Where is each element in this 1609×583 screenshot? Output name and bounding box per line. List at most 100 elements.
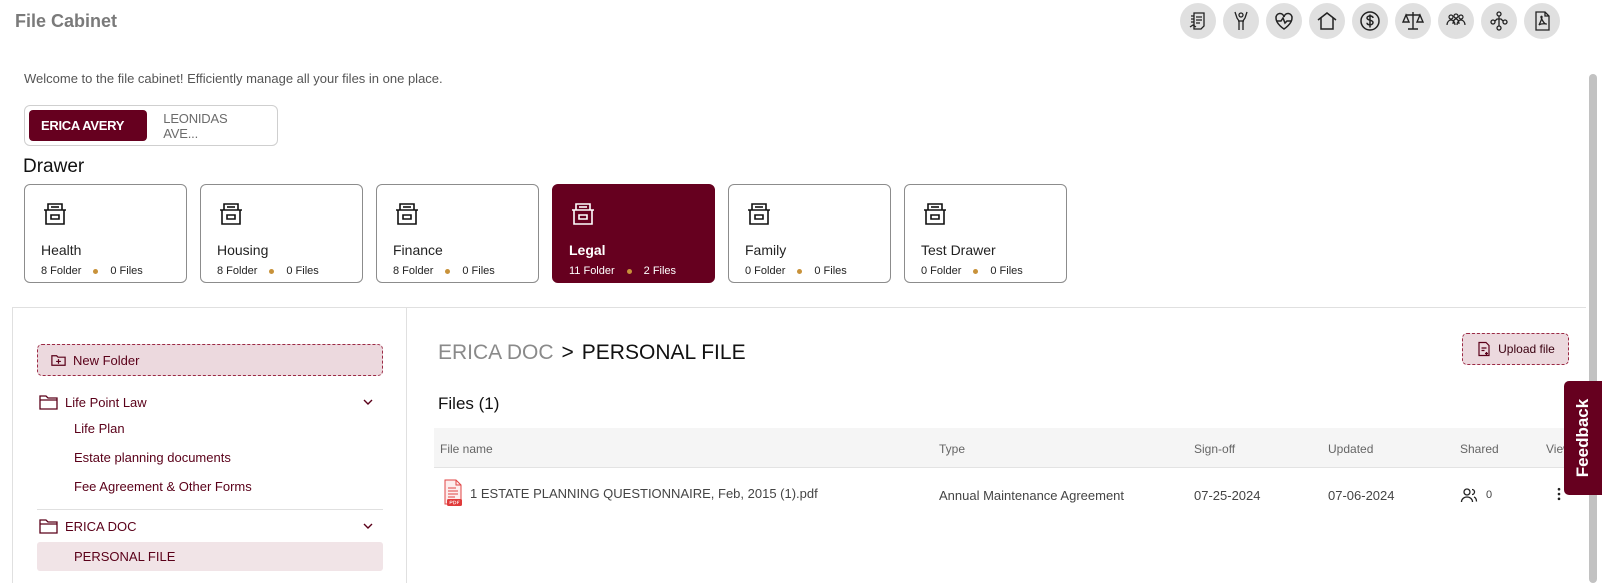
drawer-card-housing[interactable]: Housing 8 Folder 0 Files	[200, 184, 363, 283]
documents-icon[interactable]	[1180, 3, 1216, 39]
folder-count: 0 Folder	[745, 265, 786, 277]
drawer-name: Legal	[569, 242, 606, 258]
file-name-link[interactable]: 1 ESTATE PLANNING QUESTIONNAIRE, Feb, 20…	[470, 486, 818, 501]
breadcrumb: ERICA DOC > PERSONAL FILE	[438, 341, 746, 365]
upload-file-button[interactable]: Upload file	[1462, 333, 1569, 365]
folder-header-life-point-law[interactable]: Life Point Law	[37, 390, 383, 414]
folder-icon	[39, 394, 58, 410]
cabinet-drawer-icon	[44, 203, 66, 225]
files-title: Files (1)	[438, 394, 500, 413]
top-icon-bar	[1180, 3, 1560, 39]
person-tab-leonidas[interactable]: LEONIDAS AVE...	[151, 110, 273, 141]
feedback-label: Feedback	[1573, 398, 1592, 478]
welcome-text: Welcome to the file cabinet! Efficiently…	[24, 71, 443, 86]
subfolder-personal-file[interactable]: PERSONAL FILE	[37, 542, 383, 571]
drawer-name: Finance	[393, 242, 443, 258]
separator-dot	[93, 268, 99, 274]
column-header-sign-off[interactable]: Sign-off	[1194, 442, 1235, 456]
folder-group-erica-doc: ERICA DOC PERSONAL FILE	[37, 514, 383, 571]
folder-count: 0 Folder	[921, 265, 962, 277]
file-sign-off-date: 07-25-2024	[1194, 488, 1261, 503]
breadcrumb-parent[interactable]: ERICA DOC	[438, 341, 554, 365]
drawer-card-family[interactable]: Family 0 Folder 0 Files	[728, 184, 891, 283]
pdf-file-icon	[444, 479, 462, 506]
separator-dot	[445, 268, 451, 274]
subfolder-life-plan[interactable]: Life Plan	[37, 414, 383, 443]
new-folder-label: New Folder	[73, 352, 140, 368]
shared-users-icon	[1460, 488, 1478, 503]
subfolder-fee-agreement[interactable]: Fee Agreement & Other Forms	[37, 472, 383, 501]
cabinet-drawer-icon	[748, 203, 770, 225]
cabinet-drawer-icon	[924, 203, 946, 225]
drawer-card-health[interactable]: Health 8 Folder 0 Files	[24, 184, 187, 283]
person-tab-erica-avery[interactable]: ERICA AVERY	[29, 110, 148, 141]
folder-count: 8 Folder	[393, 265, 434, 277]
column-header-type[interactable]: Type	[939, 442, 965, 456]
drawer-card-finance[interactable]: Finance 8 Folder 0 Files	[376, 184, 539, 283]
drawer-stats: 8 Folder 0 Files	[393, 265, 495, 277]
drawer-card-test-drawer[interactable]: Test Drawer 0 Folder 0 Files	[904, 184, 1067, 283]
home-icon[interactable]	[1309, 3, 1345, 39]
vertical-scrollbar[interactable]	[1589, 74, 1597, 583]
drawer-name: Health	[41, 242, 82, 258]
heartbeat-icon[interactable]	[1266, 3, 1302, 39]
drawer-stats: 8 Folder 0 Files	[217, 265, 319, 277]
file-type: Annual Maintenance Agreement	[939, 488, 1125, 503]
drawer-card-legal[interactable]: Legal 11 Folder 2 Files	[552, 184, 715, 283]
drawer-list: Health 8 Folder 0 Files Housing 8 Folder…	[24, 184, 1067, 283]
chevron-down-icon[interactable]	[361, 519, 375, 533]
drawer-stats: 0 Folder 0 Files	[745, 265, 847, 277]
folder-plus-icon	[51, 354, 66, 366]
separator-dot	[269, 268, 275, 274]
upload-file-label: Upload file	[1498, 342, 1555, 356]
family-icon[interactable]	[1438, 3, 1474, 39]
column-header-file-name[interactable]: File name	[440, 442, 493, 456]
file-updated-date: 07-06-2024	[1328, 488, 1395, 503]
folder-count: 8 Folder	[41, 265, 82, 277]
upload-document-icon	[1478, 341, 1490, 357]
folder-header-erica-doc[interactable]: ERICA DOC	[37, 514, 383, 538]
breadcrumb-current: PERSONAL FILE	[581, 341, 746, 364]
table-row[interactable]: 1 ESTATE PLANNING QUESTIONNAIRE, Feb, 20…	[434, 468, 1579, 522]
column-header-updated[interactable]: Updated	[1328, 442, 1373, 456]
divider	[37, 509, 383, 510]
cabinet-drawer-icon	[220, 203, 242, 225]
scales-icon[interactable]	[1395, 3, 1431, 39]
folder-sidebar: New Folder Life Point Law Life Plan Esta…	[12, 308, 407, 583]
file-count: 2 Files	[643, 265, 677, 277]
person-tabs: ERICA AVERY LEONIDAS AVE...	[24, 105, 278, 146]
folder-count: 8 Folder	[217, 265, 258, 277]
shared-cell[interactable]: 0	[1460, 486, 1492, 504]
hands-raised-icon[interactable]	[1223, 3, 1259, 39]
shared-count: 0	[1486, 489, 1493, 501]
drawer-heading: Drawer	[23, 156, 85, 177]
file-count: 0 Files	[814, 265, 847, 277]
column-header-shared[interactable]: Shared	[1460, 442, 1499, 456]
cabinet-drawer-icon	[572, 203, 594, 225]
separator-dot	[797, 268, 803, 274]
content-panel: New Folder Life Point Law Life Plan Esta…	[12, 307, 1586, 583]
drawer-stats: 8 Folder 0 Files	[41, 265, 143, 277]
folder-group-life-point-law: Life Point Law Life Plan Estate planning…	[37, 390, 383, 514]
folder-icon	[39, 518, 58, 534]
file-count: 0 Files	[990, 265, 1023, 277]
separator-dot	[973, 268, 979, 274]
breadcrumb-separator: >	[561, 341, 574, 364]
drawer-name: Housing	[217, 242, 269, 258]
folder-count: 11 Folder	[569, 265, 615, 277]
subfolder-estate-planning-documents[interactable]: Estate planning documents	[37, 443, 383, 472]
dollar-icon[interactable]	[1352, 3, 1388, 39]
drawer-stats: 11 Folder 2 Files	[569, 265, 676, 277]
app-title: File Cabinet	[15, 11, 118, 31]
feedback-button[interactable]: Feedback	[1564, 381, 1602, 495]
files-table-header: File name Type Sign-off Updated Shared V…	[434, 428, 1579, 468]
file-count: 0 Files	[110, 265, 143, 277]
chevron-down-icon[interactable]	[361, 395, 375, 409]
hierarchy-icon[interactable]	[1481, 3, 1517, 39]
separator-dot	[626, 268, 632, 274]
file-count: 0 Files	[286, 265, 319, 277]
new-folder-button[interactable]: New Folder	[37, 344, 383, 376]
drawer-name: Family	[745, 242, 787, 258]
pdf-icon[interactable]	[1524, 3, 1560, 39]
folder-label: ERICA DOC	[65, 518, 137, 534]
